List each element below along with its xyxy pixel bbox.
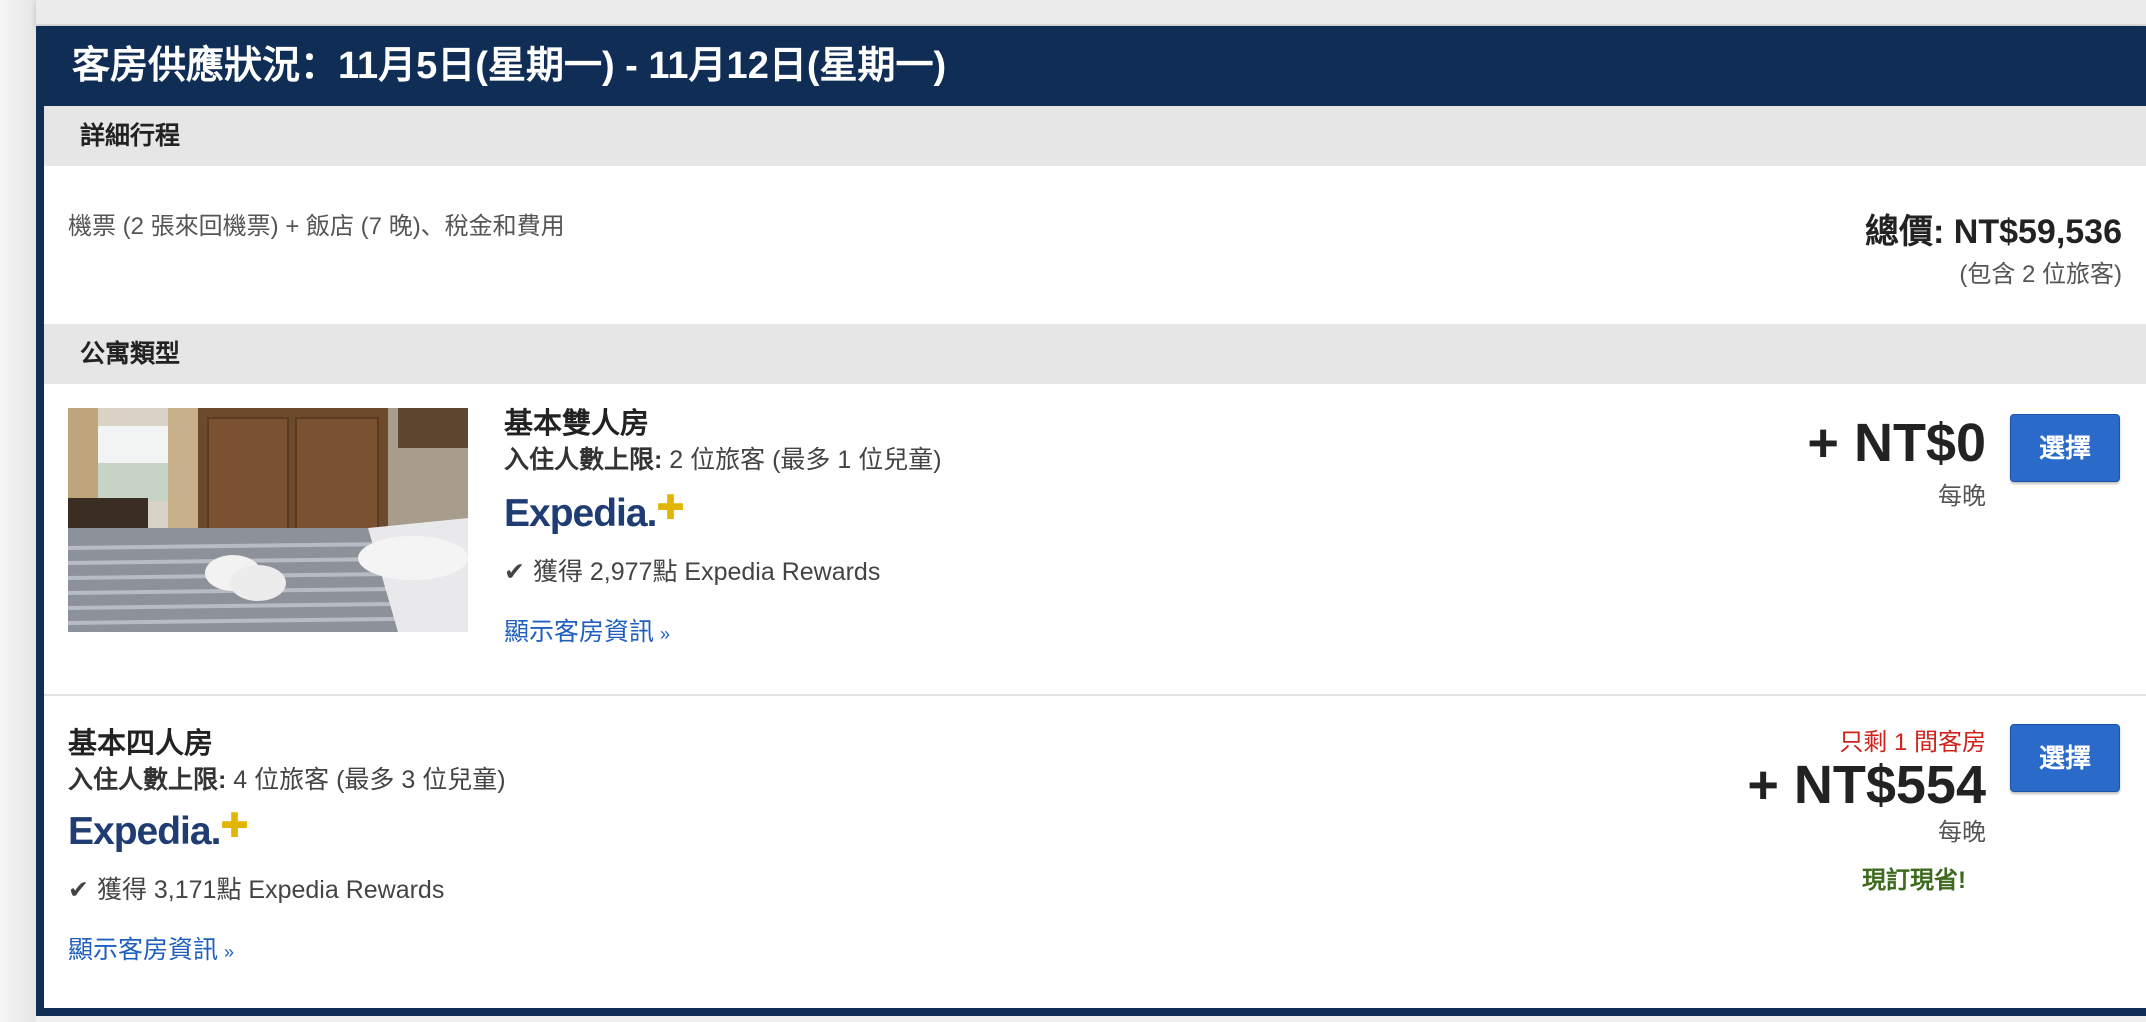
- occupancy-label: 入住人數上限:: [68, 766, 227, 794]
- rewards-text: 獲得 3,171點 Expedia Rewards: [96, 876, 445, 904]
- room-occupancy: 入住人數上限: 4 位旅客 (最多 3 位兒童): [68, 760, 506, 796]
- availability-title: 客房供應狀況：11月5日(星期一) - 11月12日(星期一): [72, 45, 947, 87]
- page-left-edge: [0, 0, 36, 1022]
- logo-text: Expedia: [68, 810, 212, 853]
- room-name: 基本四人房: [68, 728, 214, 760]
- logo-text: Expedia: [504, 492, 648, 535]
- total-price-travelers: (包含 2 位旅客): [1959, 261, 2122, 288]
- select-room-button[interactable]: 選擇: [2010, 724, 2120, 792]
- double-chevron-down-icon: »: [660, 624, 671, 644]
- show-room-info-label: 顯示客房資訊: [68, 936, 219, 964]
- expedia-plus-logo: Expedia.✚: [68, 807, 249, 853]
- room-photo[interactable]: [68, 408, 468, 632]
- plus-icon: ✚: [220, 807, 248, 845]
- occupancy-value: 2 位旅客 (最多 1 位兒童): [662, 446, 942, 474]
- rooms-left-alert: 只剩 1 間客房: [1839, 729, 1986, 756]
- show-room-info-link[interactable]: 顯示客房資訊»: [504, 612, 670, 648]
- show-room-info-link[interactable]: 顯示客房資訊»: [68, 930, 234, 966]
- itinerary-header: 詳細行程: [44, 106, 2146, 166]
- rewards-text: 獲得 2,977點 Expedia Rewards: [532, 558, 881, 586]
- room-occupancy: 入住人數上限: 2 位旅客 (最多 1 位兒童): [504, 440, 942, 476]
- availability-panel: 客房供應狀況：11月5日(星期一) - 11月12日(星期一) 詳細行程 機票 …: [36, 26, 2146, 1016]
- check-icon: ✔: [68, 876, 89, 904]
- room-price: + NT$0: [1807, 413, 1986, 473]
- bedroom-photo-illustration: [68, 408, 468, 632]
- per-night-label: 每晚: [1938, 483, 1986, 510]
- check-icon: ✔: [504, 558, 525, 586]
- rewards-points: ✔ 獲得 3,171點 Expedia Rewards: [68, 870, 444, 906]
- per-night-label: 每晚: [1938, 819, 1986, 846]
- occupancy-value: 4 位旅客 (最多 3 位兒童): [226, 766, 506, 794]
- select-room-button[interactable]: 選擇: [2010, 414, 2120, 482]
- room-divider: [44, 694, 2146, 696]
- room-name: 基本雙人房: [504, 408, 650, 440]
- availability-content: 詳細行程 機票 (2 張來回機票) + 飯店 (7 晚)、稅金和費用 總價: N…: [44, 106, 2146, 1008]
- rewards-points: ✔ 獲得 2,977點 Expedia Rewards: [504, 552, 880, 588]
- total-price: 總價: NT$59,536: [1865, 213, 2122, 251]
- show-room-info-label: 顯示客房資訊: [504, 618, 655, 646]
- room-type-header: 公寓類型: [44, 324, 2146, 384]
- promo-badge: 現訂現省!: [1862, 867, 1966, 894]
- occupancy-label: 入住人數上限:: [504, 446, 663, 474]
- double-chevron-down-icon: »: [224, 942, 235, 962]
- plus-icon: ✚: [656, 489, 684, 527]
- top-toolbar-strip: [36, 0, 2146, 25]
- itinerary-description: 機票 (2 張來回機票) + 飯店 (7 晚)、稅金和費用: [68, 213, 565, 240]
- expedia-plus-logo: Expedia.✚: [504, 489, 685, 535]
- room-price: + NT$554: [1747, 755, 1986, 815]
